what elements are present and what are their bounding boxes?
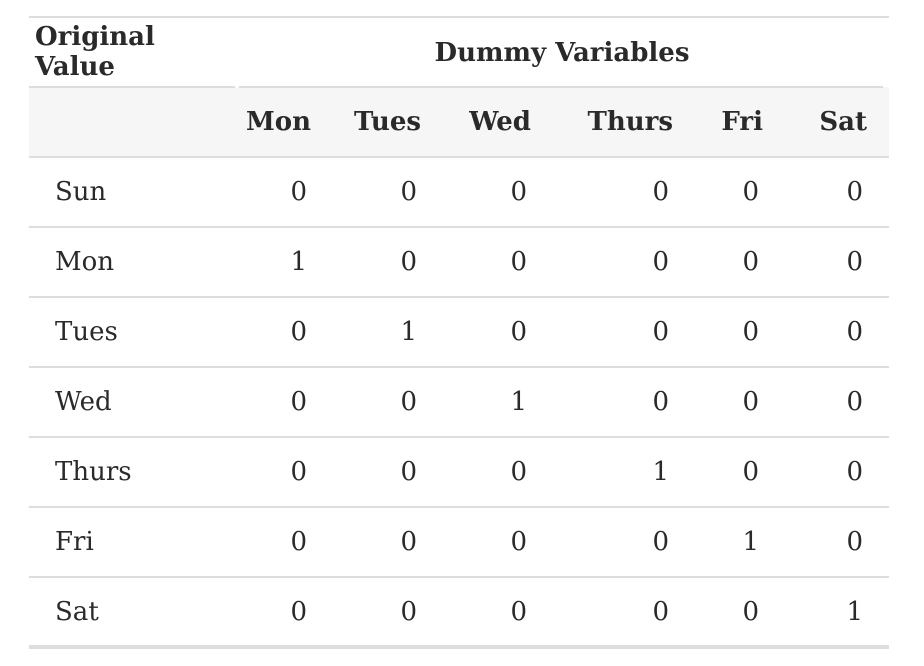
table-cell: 0: [695, 297, 785, 368]
table-cell: 0: [333, 157, 443, 228]
table-cell: 1: [695, 507, 785, 578]
row-label: Thurs: [29, 437, 235, 508]
table-cell: 0: [333, 367, 443, 438]
row-label: Fri: [29, 507, 235, 578]
column-header-wed: Wed: [443, 87, 553, 158]
table-cell: 0: [553, 157, 695, 228]
original-value-header: Original Value: [29, 16, 235, 88]
row-label: Tues: [29, 297, 235, 368]
table-cell: 0: [333, 577, 443, 649]
column-header-fri: Fri: [695, 87, 785, 158]
table-row: Sat 0 0 0 0 0 1: [29, 577, 890, 649]
table-cell: 0: [443, 507, 553, 578]
table-cell: 0: [333, 507, 443, 578]
column-header-row: Mon Tues Wed Thurs Fri Sat: [29, 87, 890, 158]
row-label: Wed: [29, 367, 235, 438]
table-cell: 0: [553, 297, 695, 368]
table-cell: 0: [235, 367, 333, 438]
dummy-variables-table: Original Value Dummy Variables Mon Tues …: [29, 16, 890, 649]
table-row: Mon 1 0 0 0 0 0: [29, 227, 890, 298]
spanner-underline: [239, 86, 884, 88]
table-cell: 0: [235, 577, 333, 649]
column-header-sat: Sat: [785, 87, 890, 158]
row-label: Mon: [29, 227, 235, 298]
table-cell: 0: [553, 507, 695, 578]
table-body: Sun 0 0 0 0 0 0 Mon 1 0 0 0 0 0 Tues 0 1: [29, 157, 890, 649]
dummy-variables-table-container: Original Value Dummy Variables Mon Tues …: [29, 16, 890, 649]
table-cell: 0: [443, 227, 553, 298]
table-cell: 0: [695, 227, 785, 298]
table-cell: 0: [553, 577, 695, 649]
table-cell: 0: [443, 577, 553, 649]
column-header-tues: Tues: [333, 87, 443, 158]
table-cell: 1: [553, 437, 695, 508]
table-cell: 1: [333, 297, 443, 368]
table-header: Original Value Dummy Variables Mon Tues …: [29, 16, 890, 158]
dummy-variables-label: Dummy Variables: [434, 37, 690, 68]
table-cell: 0: [235, 437, 333, 508]
table-cell: 0: [785, 437, 890, 508]
table-row: Fri 0 0 0 0 1 0: [29, 507, 890, 578]
row-label: Sun: [29, 157, 235, 228]
table-cell: 0: [443, 297, 553, 368]
table-cell: 0: [785, 157, 890, 228]
table-cell: 0: [235, 157, 333, 228]
table-cell: 0: [785, 367, 890, 438]
table-cell: 0: [785, 297, 890, 368]
table-cell: 0: [443, 157, 553, 228]
table-cell: 0: [553, 227, 695, 298]
table-cell: 0: [333, 227, 443, 298]
table-row: Wed 0 0 1 0 0 0: [29, 367, 890, 438]
header-spanner-row: Original Value Dummy Variables: [29, 16, 890, 88]
row-label-header-blank: [29, 87, 235, 158]
table-cell: 0: [443, 437, 553, 508]
dummy-variables-spanner: Dummy Variables: [235, 16, 890, 88]
column-header-thurs: Thurs: [553, 87, 695, 158]
table-row: Tues 0 1 0 0 0 0: [29, 297, 890, 368]
table-row: Sun 0 0 0 0 0 0: [29, 157, 890, 228]
table-cell: 0: [785, 227, 890, 298]
table-cell: 0: [553, 367, 695, 438]
table-row: Thurs 0 0 0 1 0 0: [29, 437, 890, 508]
table-cell: 0: [695, 367, 785, 438]
column-header-mon: Mon: [235, 87, 333, 158]
table-cell: 1: [443, 367, 553, 438]
table-cell: 0: [695, 437, 785, 508]
row-label: Sat: [29, 577, 235, 649]
table-cell: 0: [235, 507, 333, 578]
table-cell: 0: [235, 297, 333, 368]
table-cell: 0: [695, 157, 785, 228]
table-cell: 0: [695, 577, 785, 649]
table-cell: 0: [333, 437, 443, 508]
table-cell: 1: [235, 227, 333, 298]
table-cell: 1: [785, 577, 890, 649]
table-cell: 0: [785, 507, 890, 578]
